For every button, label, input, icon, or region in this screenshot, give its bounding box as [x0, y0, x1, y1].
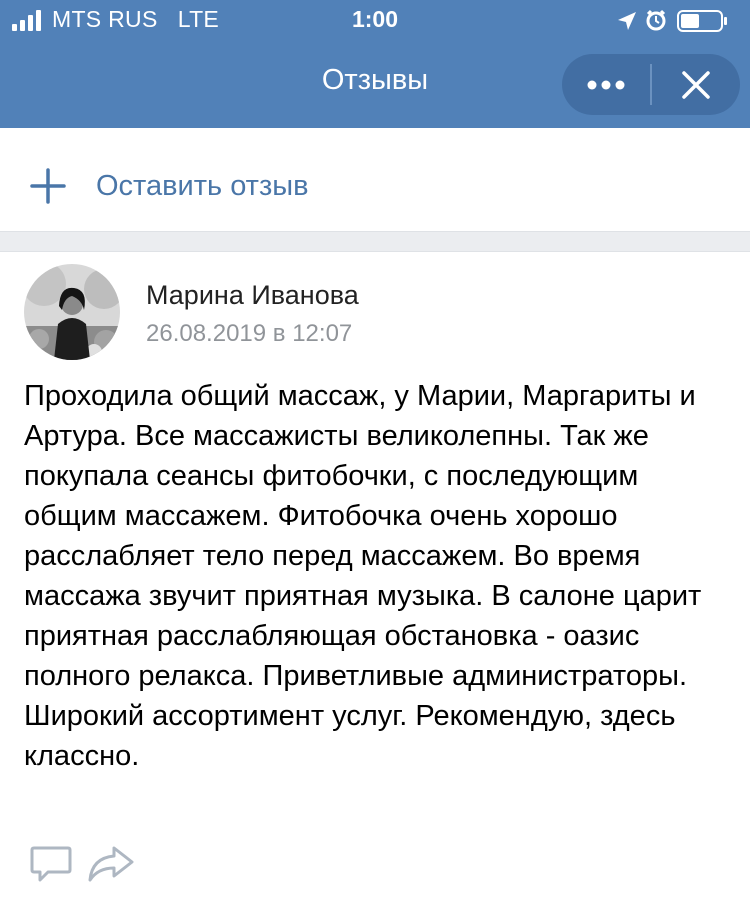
review-author[interactable]: Марина Иванова	[146, 280, 359, 311]
alarm-icon	[646, 9, 666, 31]
close-icon	[682, 71, 710, 99]
add-review-label: Оставить отзыв	[96, 170, 309, 202]
share-icon	[88, 846, 134, 882]
more-button[interactable]	[562, 54, 650, 115]
add-review-button[interactable]: Оставить отзыв	[0, 128, 750, 231]
share-button[interactable]	[86, 840, 136, 890]
comment-icon	[30, 846, 72, 882]
status-bar: MTS RUS LTE 1:00	[0, 0, 750, 40]
location-arrow-icon	[618, 12, 636, 30]
review-actions	[24, 840, 154, 890]
plus-icon	[30, 168, 66, 204]
more-dots-icon	[587, 80, 625, 90]
close-button[interactable]	[652, 54, 740, 115]
review-text: Проходила общий массаж, у Марии, Маргари…	[24, 380, 702, 772]
avatar-photo	[24, 264, 120, 360]
header-bar: MTS RUS LTE 1:00 Отзывы	[0, 0, 750, 128]
section-separator	[0, 231, 750, 252]
header-actions	[562, 54, 740, 115]
avatar[interactable]	[24, 264, 120, 360]
status-icons	[618, 9, 727, 32]
review-date: 26.08.2019 в 12:07	[146, 320, 353, 347]
comment-button[interactable]	[26, 840, 76, 890]
battery-icon	[677, 10, 727, 32]
